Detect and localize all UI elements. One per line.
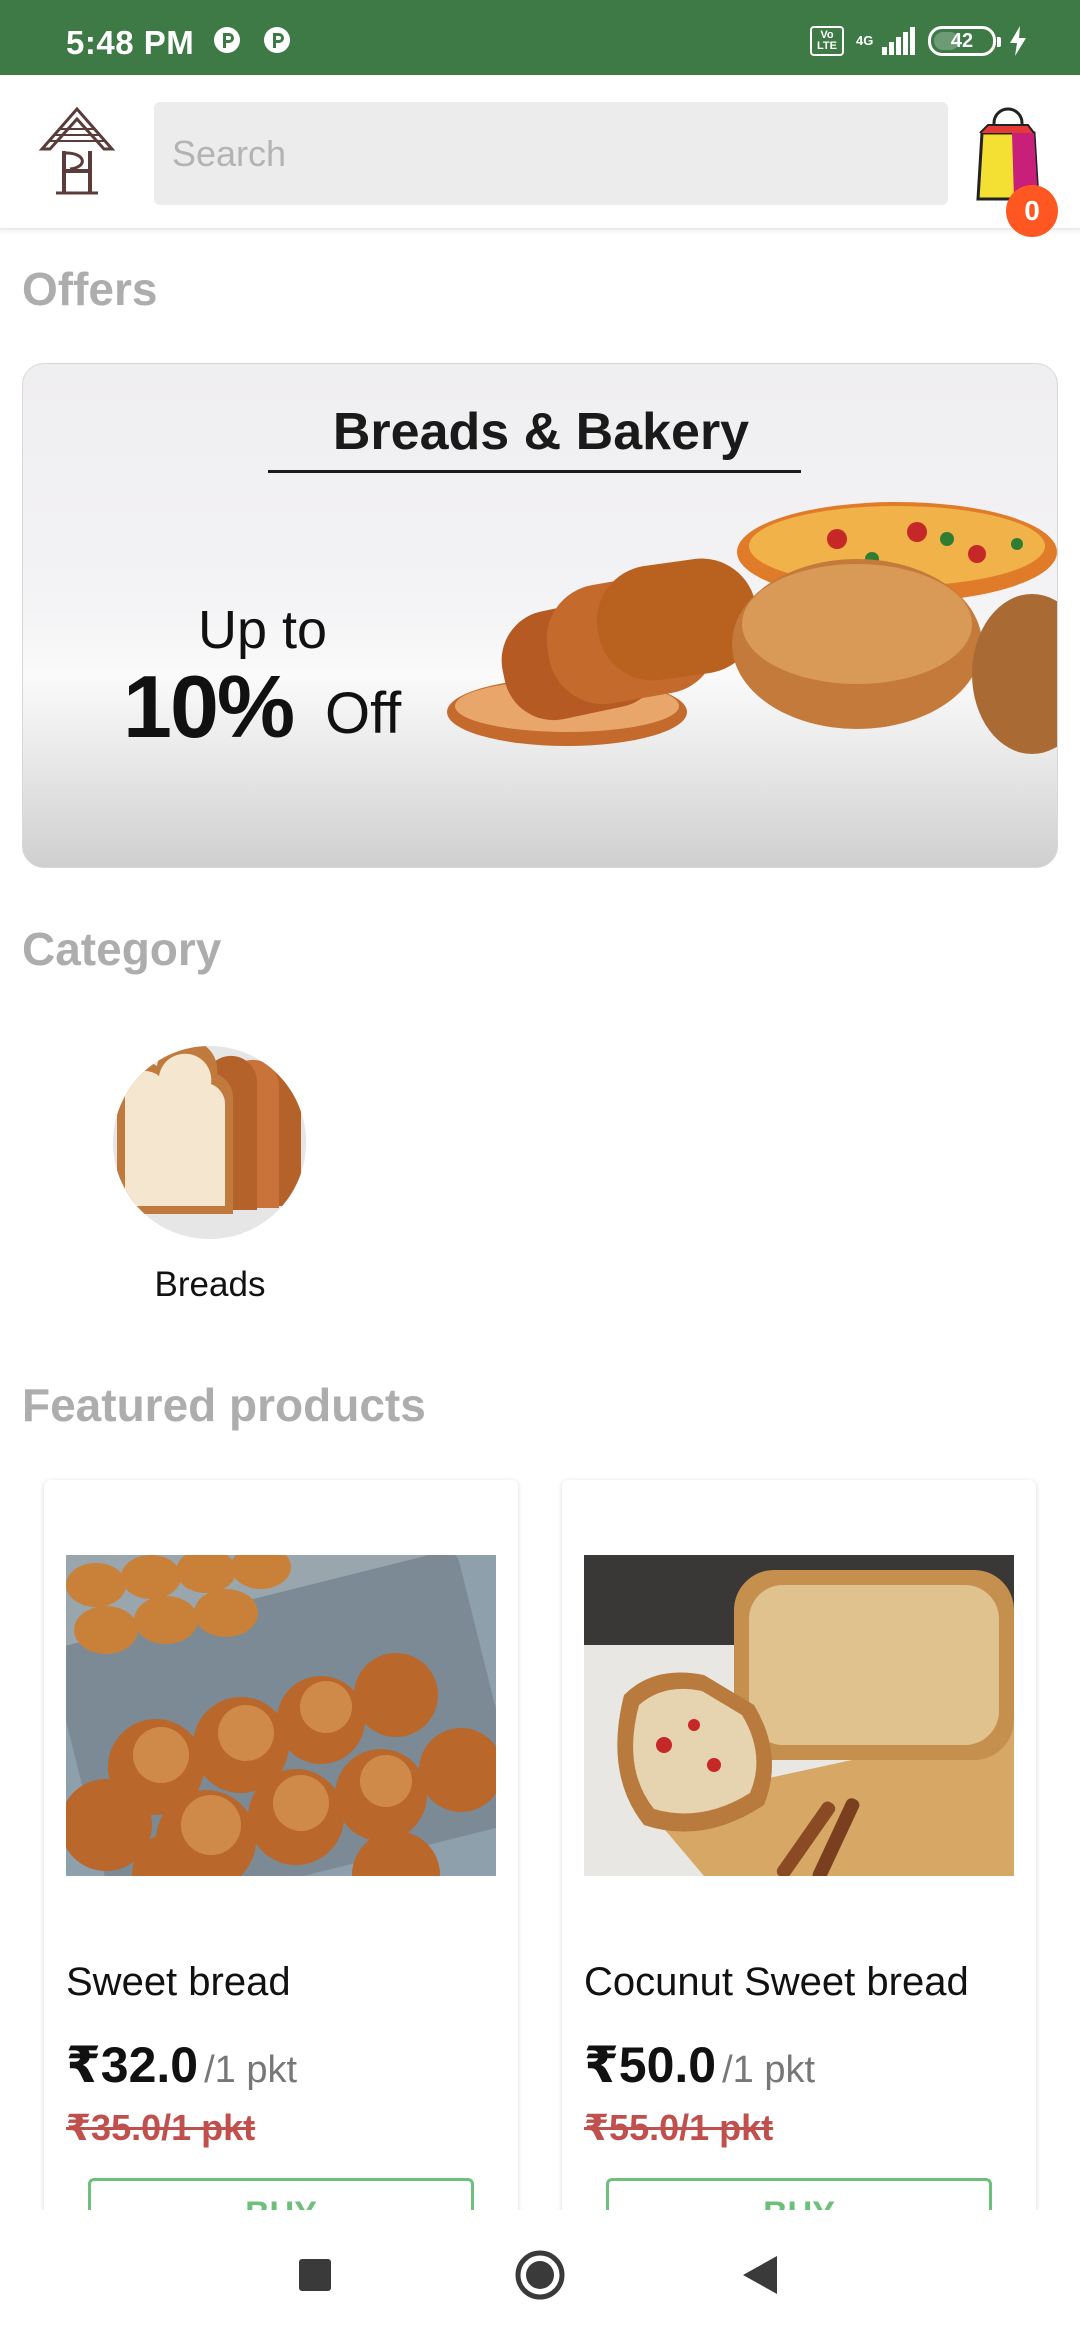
product-price: ₹32.0/1 pkt	[66, 2036, 297, 2094]
product-mrp: ₹35.0/1 pkt	[66, 2107, 256, 2148]
product-card[interactable]: Sweet bread ₹32.0/1 pkt ₹35.0/1 pkt BUY	[44, 1480, 518, 2240]
notification-p-icon	[264, 27, 290, 53]
product-name: Sweet bread	[66, 1960, 291, 2004]
product-name: Cocunut Sweet bread	[584, 1960, 969, 2004]
product-image	[584, 1555, 1014, 1876]
status-bar: 5:48 PM Vo LTE 4G 42	[0, 0, 1080, 75]
banner-off: Off	[325, 681, 402, 746]
signal-icon	[882, 27, 915, 55]
offer-banner[interactable]: Breads & Bakery Up to 10% Off	[22, 363, 1058, 868]
recents-button[interactable]	[255, 2210, 375, 2340]
price-value: ₹32.0	[66, 2037, 199, 2093]
category-label: Breads	[154, 1265, 266, 1304]
offers-title: Offers	[22, 263, 158, 315]
back-button[interactable]	[700, 2210, 820, 2340]
status-time: 5:48 PM	[66, 24, 195, 61]
network-type: 4G	[856, 33, 874, 48]
app-header: 0	[0, 75, 1080, 237]
recents-icon	[299, 2259, 331, 2291]
banner-headline: Breads & Bakery	[332, 403, 750, 461]
notification-p-icon	[214, 27, 240, 53]
back-icon	[743, 2256, 777, 2294]
bread-slices-image	[113, 1046, 306, 1239]
home-button[interactable]	[480, 2210, 600, 2340]
product-mrp: ₹55.0/1 pkt	[584, 2107, 774, 2148]
volte-icon: Vo LTE	[810, 26, 844, 56]
price-value: ₹50.0	[584, 2037, 717, 2093]
home-icon	[515, 2250, 565, 2300]
search-input[interactable]	[154, 102, 948, 205]
category-item-breads[interactable]	[113, 1046, 306, 1239]
product-card[interactable]: Cocunut Sweet bread ₹50.0/1 pkt ₹55.0/1 …	[562, 1480, 1036, 2240]
product-image	[66, 1555, 496, 1876]
battery-level: 42	[950, 29, 974, 52]
charging-icon	[1010, 26, 1026, 56]
battery-icon: 42	[928, 26, 1001, 56]
system-nav-bar	[0, 2210, 1080, 2340]
featured-title: Featured products	[22, 1379, 426, 1431]
banner-underline	[268, 470, 801, 473]
bakery-logo-icon[interactable]	[36, 105, 118, 197]
product-price: ₹50.0/1 pkt	[584, 2036, 815, 2094]
category-title: Category	[22, 923, 222, 975]
search-bar[interactable]	[154, 102, 948, 205]
bread-pizza-image	[447, 502, 1057, 754]
price-unit: /1 pkt	[204, 2049, 298, 2091]
banner-percent: 10%	[123, 657, 295, 756]
price-unit: /1 pkt	[722, 2049, 816, 2091]
cart-count-badge: 0	[1006, 185, 1058, 237]
banner-up-to: Up to	[198, 600, 328, 660]
